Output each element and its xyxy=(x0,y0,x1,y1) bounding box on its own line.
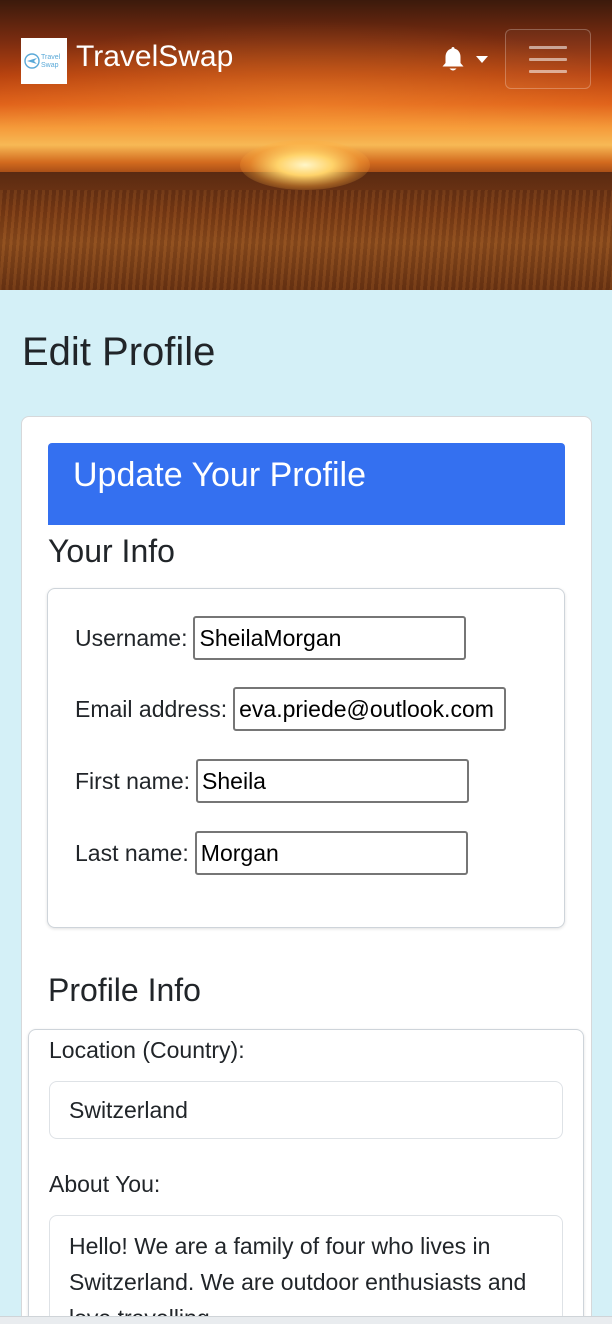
location-input[interactable] xyxy=(49,1081,563,1139)
navbar: Travel Swap TravelSwap xyxy=(0,0,612,118)
last-name-label: Last name: xyxy=(75,839,189,866)
your-info-heading: Your Info xyxy=(48,533,175,569)
email-input[interactable] xyxy=(233,687,507,731)
menu-toggle-button[interactable] xyxy=(505,29,591,89)
email-row: Email address: xyxy=(75,686,507,732)
hamburger-icon-bar-top xyxy=(529,45,567,49)
hero-field-texture xyxy=(0,190,612,290)
viewport-bottom-edge xyxy=(0,1316,612,1324)
svg-text:Travel: Travel xyxy=(41,54,61,61)
notifications-dropdown[interactable] xyxy=(440,44,496,74)
profile-info-heading: Profile Info xyxy=(48,972,201,1008)
email-label: Email address: xyxy=(75,695,228,722)
page-title: Edit Profile xyxy=(22,330,216,374)
username-row: Username: xyxy=(75,615,467,661)
username-label: Username: xyxy=(75,624,188,651)
first-name-label: First name: xyxy=(75,767,191,794)
last-name-row: Last name: xyxy=(75,830,468,876)
first-name-row: First name: xyxy=(75,758,470,804)
card-header: Update Your Profile xyxy=(48,443,565,525)
last-name-input[interactable] xyxy=(194,831,468,875)
first-name-input[interactable] xyxy=(196,759,470,803)
chevron-down-icon xyxy=(476,55,488,63)
plane-logo-icon: Travel Swap xyxy=(24,53,61,69)
hamburger-icon-bar-middle xyxy=(529,57,567,61)
brand-name[interactable]: TravelSwap xyxy=(76,38,233,76)
username-input[interactable] xyxy=(193,616,467,660)
brand-logo[interactable]: Travel Swap xyxy=(21,38,67,84)
location-label: Location (Country): xyxy=(49,1037,245,1063)
hamburger-icon-bar-bottom xyxy=(529,69,567,73)
hero-sun xyxy=(240,140,370,190)
about-textarea[interactable]: Hello! We are a family of four who lives… xyxy=(49,1215,563,1324)
about-label: About You: xyxy=(49,1171,161,1197)
svg-text:Swap: Swap xyxy=(41,62,59,69)
bell-icon xyxy=(442,47,464,71)
